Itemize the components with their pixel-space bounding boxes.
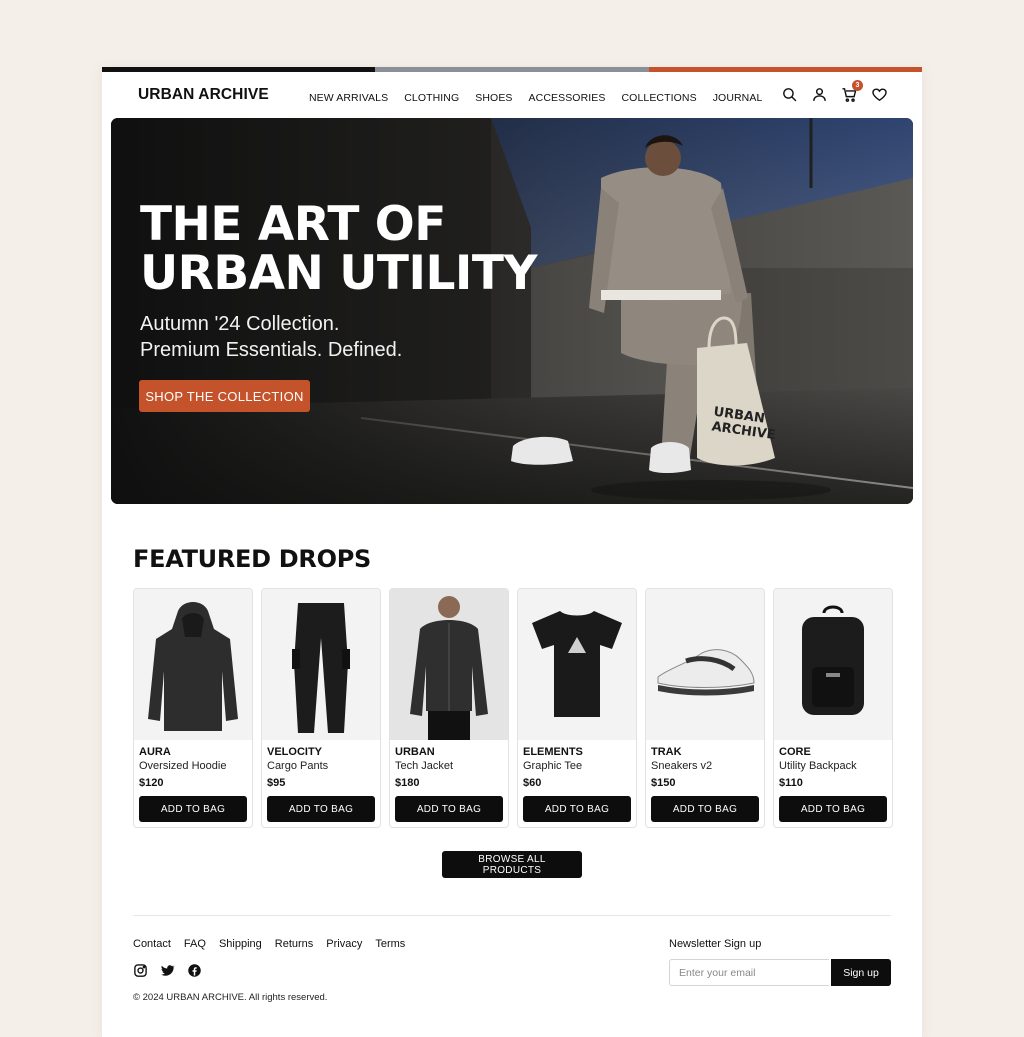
search-icon[interactable] bbox=[781, 86, 798, 103]
featured-title: FEATURED DROPS bbox=[133, 545, 371, 573]
product-price: $95 bbox=[267, 777, 286, 789]
add-to-bag-button[interactable]: ADD TO BAG bbox=[779, 796, 887, 822]
product-name: Graphic Tee bbox=[523, 760, 583, 772]
hero-banner: URBAN ARCHIVE THE ART OF URBAN UTILITY A… bbox=[111, 118, 913, 504]
user-icon[interactable] bbox=[811, 86, 828, 103]
product-image[interactable] bbox=[518, 589, 636, 740]
shop-collection-button[interactable]: SHOP THE COLLECTION bbox=[139, 380, 310, 412]
hero-subtitle-line-2: Premium Essentials. Defined. bbox=[140, 339, 403, 361]
sneaker-icon bbox=[657, 649, 755, 696]
product-brand: URBAN bbox=[395, 746, 435, 758]
hero-title-line-1: THE ART OF bbox=[140, 197, 446, 252]
newsletter-label: Newsletter Sign up bbox=[669, 938, 762, 950]
main-nav: NEW ARRIVALS CLOTHING SHOES ACCESSORIES … bbox=[309, 92, 778, 104]
cart-count-badge: 3 bbox=[852, 80, 863, 91]
hero-subtitle-line-1: Autumn '24 Collection. bbox=[140, 313, 340, 335]
product-brand: AURA bbox=[139, 746, 171, 758]
tshirt-icon bbox=[532, 611, 622, 717]
logo[interactable]: URBAN ARCHIVE bbox=[138, 86, 269, 104]
product-image[interactable] bbox=[262, 589, 380, 740]
hero-title: THE ART OF URBAN UTILITY bbox=[140, 197, 538, 301]
product-name: Utility Backpack bbox=[779, 760, 857, 772]
product-card[interactable]: AURA Oversized Hoodie $120 ADD TO BAG bbox=[133, 588, 253, 828]
footer-link-shipping[interactable]: Shipping bbox=[219, 938, 262, 950]
footer-link-faq[interactable]: FAQ bbox=[184, 938, 206, 950]
product-brand: VELOCITY bbox=[267, 746, 323, 758]
newsletter-signup-button[interactable]: Sign up bbox=[831, 959, 891, 986]
footer-link-terms[interactable]: Terms bbox=[375, 938, 405, 950]
add-to-bag-button[interactable]: ADD TO BAG bbox=[395, 796, 503, 822]
nav-clothing[interactable]: CLOTHING bbox=[404, 92, 459, 104]
facebook-icon[interactable] bbox=[187, 963, 202, 978]
browse-all-button[interactable]: BROWSE ALL PRODUCTS bbox=[442, 851, 582, 878]
product-price: $120 bbox=[139, 777, 164, 789]
add-to-bag-button[interactable]: ADD TO BAG bbox=[523, 796, 631, 822]
jacket-icon bbox=[410, 596, 488, 740]
newsletter-email-input[interactable] bbox=[669, 959, 829, 986]
cart-icon[interactable]: 3 bbox=[841, 80, 863, 103]
product-card[interactable]: URBAN Tech Jacket $180 ADD TO BAG bbox=[389, 588, 509, 828]
product-card[interactable]: TRAK Sneakers v2 $150 ADD TO BAG bbox=[645, 588, 765, 828]
site-header: URBAN ARCHIVE NEW ARRIVALS CLOTHING SHOE… bbox=[102, 72, 922, 117]
product-image[interactable] bbox=[774, 589, 892, 740]
nav-collections[interactable]: COLLECTIONS bbox=[622, 92, 697, 104]
pants-icon bbox=[292, 603, 350, 733]
product-card[interactable]: CORE Utility Backpack $110 ADD TO BAG bbox=[773, 588, 893, 828]
product-brand: CORE bbox=[779, 746, 811, 758]
product-card[interactable]: ELEMENTS Graphic Tee $60 ADD TO BAG bbox=[517, 588, 637, 828]
backpack-icon bbox=[802, 605, 864, 715]
hero-title-line-2: URBAN UTILITY bbox=[140, 246, 538, 301]
product-name: Cargo Pants bbox=[267, 760, 329, 772]
add-to-bag-button[interactable]: ADD TO BAG bbox=[267, 796, 375, 822]
hero-subtitle: Autumn '24 Collection. Premium Essential… bbox=[140, 311, 402, 363]
product-brand: ELEMENTS bbox=[523, 746, 583, 758]
product-brand: TRAK bbox=[651, 746, 682, 758]
nav-shoes[interactable]: SHOES bbox=[475, 92, 512, 104]
product-name: Sneakers v2 bbox=[651, 760, 713, 772]
nav-journal[interactable]: JOURNAL bbox=[713, 92, 763, 104]
product-name: Oversized Hoodie bbox=[139, 760, 227, 772]
product-image[interactable] bbox=[134, 589, 252, 740]
product-price: $110 bbox=[779, 777, 803, 789]
header-icons: 3 bbox=[781, 80, 888, 103]
twitter-icon[interactable] bbox=[160, 963, 175, 978]
product-price: $150 bbox=[651, 777, 676, 789]
hoodie-icon bbox=[148, 602, 238, 731]
footer-link-returns[interactable]: Returns bbox=[275, 938, 314, 950]
instagram-icon[interactable] bbox=[133, 963, 148, 978]
product-image[interactable] bbox=[646, 589, 764, 740]
product-image[interactable] bbox=[390, 589, 508, 740]
copyright: © 2024 URBAN ARCHIVE. All rights reserve… bbox=[133, 992, 328, 1003]
page: URBAN ARCHIVE NEW ARRIVALS CLOTHING SHOE… bbox=[102, 67, 922, 1037]
nav-new-arrivals[interactable]: NEW ARRIVALS bbox=[309, 92, 388, 104]
product-price: $60 bbox=[523, 777, 542, 789]
footer-link-contact[interactable]: Contact bbox=[133, 938, 171, 950]
nav-accessories[interactable]: ACCESSORIES bbox=[529, 92, 606, 104]
add-to-bag-button[interactable]: ADD TO BAG bbox=[651, 796, 759, 822]
heart-icon[interactable] bbox=[871, 86, 888, 103]
product-card[interactable]: VELOCITY Cargo Pants $95 ADD TO BAG bbox=[261, 588, 381, 828]
footer-divider bbox=[133, 915, 891, 916]
footer-links: Contact FAQ Shipping Returns Privacy Ter… bbox=[133, 938, 418, 950]
product-grid: AURA Oversized Hoodie $120 ADD TO BAG VE… bbox=[133, 588, 893, 828]
product-name: Tech Jacket bbox=[395, 760, 454, 772]
social-links bbox=[133, 963, 202, 978]
footer-link-privacy[interactable]: Privacy bbox=[326, 938, 362, 950]
product-price: $180 bbox=[395, 777, 420, 789]
add-to-bag-button[interactable]: ADD TO BAG bbox=[139, 796, 247, 822]
